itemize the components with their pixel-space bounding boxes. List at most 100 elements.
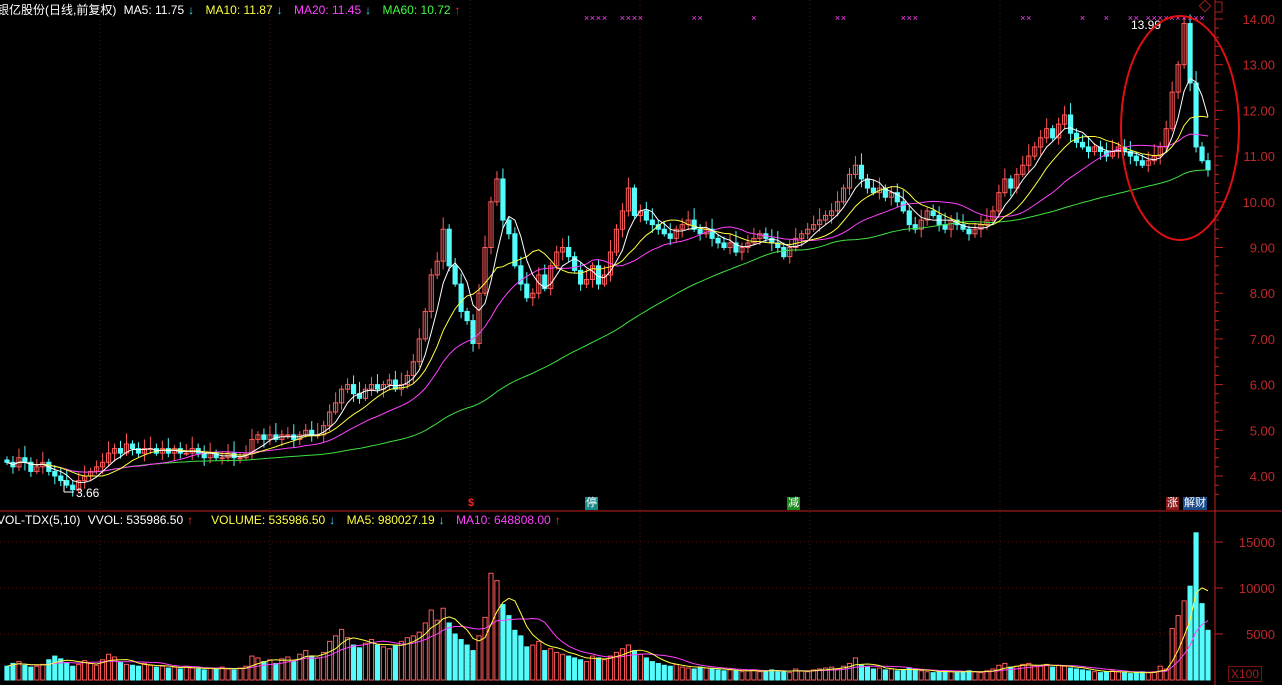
volume-bar xyxy=(972,671,978,681)
volume-bar xyxy=(398,640,404,681)
candle-down xyxy=(452,265,458,285)
candle-down xyxy=(117,448,124,454)
volume-bar xyxy=(255,657,261,681)
volume-bar xyxy=(518,635,524,681)
volume-bar xyxy=(930,672,936,681)
volume-bar xyxy=(954,672,960,681)
volume-bar xyxy=(434,619,440,681)
volume-bar xyxy=(446,622,452,681)
signal-mark: × xyxy=(1104,13,1109,23)
volume-bar xyxy=(64,662,70,681)
signal-mark: × xyxy=(1020,13,1025,23)
volume-bar xyxy=(530,644,536,681)
volume-bar xyxy=(1109,670,1115,681)
ma60-value: MA60: 10.72 ↑ xyxy=(382,3,461,17)
window-icon xyxy=(1214,1,1223,13)
volume-bar xyxy=(685,667,691,681)
volume-bar xyxy=(1187,585,1193,681)
volume-bar xyxy=(422,622,428,681)
volume-bar xyxy=(1020,663,1026,681)
ma10-value: MA10: 11.87 ↓ xyxy=(205,3,283,17)
volume-tick-label: 10000 xyxy=(1239,581,1275,596)
candle-down xyxy=(1187,23,1193,84)
volume-ma10-line xyxy=(6,618,1209,673)
volume-bar xyxy=(912,669,918,681)
candle-down xyxy=(58,475,64,482)
volume-bar xyxy=(452,633,458,681)
price-tick-label: 7.00 xyxy=(1250,332,1275,347)
signal-mark: × xyxy=(638,13,643,23)
volume-bar xyxy=(315,657,321,681)
volume-bar xyxy=(4,665,10,681)
price-tick-label: 11.00 xyxy=(1243,149,1275,164)
volume-bar xyxy=(1127,673,1133,681)
volume-ma5-value: MA5: 980027.19 ↓ xyxy=(346,513,445,527)
ma5-value: MA5: 11.75 ↓ xyxy=(123,3,195,17)
volume-bar xyxy=(643,657,649,681)
signal-mark: × xyxy=(1026,13,1031,23)
volume-bar xyxy=(625,644,632,681)
volume-bar xyxy=(464,644,470,681)
volume-bar xyxy=(1199,603,1205,681)
candle-down xyxy=(721,242,727,248)
volume-bar xyxy=(494,580,500,681)
volume-bar xyxy=(805,671,811,681)
volume-bar xyxy=(655,662,661,681)
volume-bar xyxy=(195,668,201,681)
signal-mark: × xyxy=(626,13,631,23)
candle-down xyxy=(1079,141,1086,148)
candle-down xyxy=(966,228,972,235)
signal-mark: × xyxy=(841,13,846,23)
ma10-line xyxy=(6,115,1209,477)
volume-bar xyxy=(344,637,351,681)
candle-down xyxy=(864,178,871,189)
volume-bar xyxy=(153,666,159,681)
volume-bar xyxy=(601,659,608,681)
dollar-marker[interactable]: $ xyxy=(467,497,475,510)
volume-bar xyxy=(159,665,165,681)
candle-down xyxy=(781,247,787,258)
volume-bar xyxy=(697,666,703,681)
signal-mark: × xyxy=(697,13,702,23)
volume-bar xyxy=(225,668,231,681)
volume-bar xyxy=(870,668,876,681)
stock-chart[interactable]: 14.00 13.00 12.00 11.00 10.00 9.00 8.00 7.00 6.0… xyxy=(0,0,1282,685)
volume-bar xyxy=(386,648,392,681)
volume-bar xyxy=(966,670,972,681)
volume-bar xyxy=(368,639,375,681)
signal-mark: × xyxy=(1199,13,1204,23)
volume-bar xyxy=(10,662,16,681)
volume-bar xyxy=(572,657,578,681)
volume-bar xyxy=(189,667,195,681)
volume-tick-label: 5000 xyxy=(1246,627,1275,642)
volume-bar xyxy=(70,665,76,681)
volume-bar xyxy=(1056,664,1062,681)
volume-bar xyxy=(745,670,751,681)
volume-bar xyxy=(589,655,596,681)
candle-down xyxy=(1008,178,1014,189)
rise-marker[interactable]: 涨 xyxy=(1166,497,1179,510)
candle-down xyxy=(52,470,58,477)
volume-bar xyxy=(775,670,781,681)
volume-bar xyxy=(105,653,112,681)
volume-bar xyxy=(751,669,757,681)
volume-bar xyxy=(470,650,476,681)
candle-down xyxy=(1139,160,1145,166)
candle-down xyxy=(446,228,452,267)
volume-bar xyxy=(1205,629,1211,681)
candle-down xyxy=(900,201,906,212)
volume-bar xyxy=(28,666,34,681)
volume-bar xyxy=(542,650,548,681)
volume-bar xyxy=(566,655,572,681)
volume-bar xyxy=(888,668,894,681)
volume-bar xyxy=(237,667,243,681)
volume-bar xyxy=(595,657,602,681)
volume-bar xyxy=(374,644,381,681)
halt-marker[interactable]: 停 xyxy=(585,497,598,510)
finance-marker[interactable]: 解财 xyxy=(1183,497,1207,510)
volume-bar xyxy=(40,663,46,681)
reduce-marker[interactable]: 减 xyxy=(787,497,800,510)
candle-down xyxy=(374,384,381,390)
volume-bar xyxy=(1085,670,1092,681)
signal-mark: × xyxy=(751,13,756,23)
